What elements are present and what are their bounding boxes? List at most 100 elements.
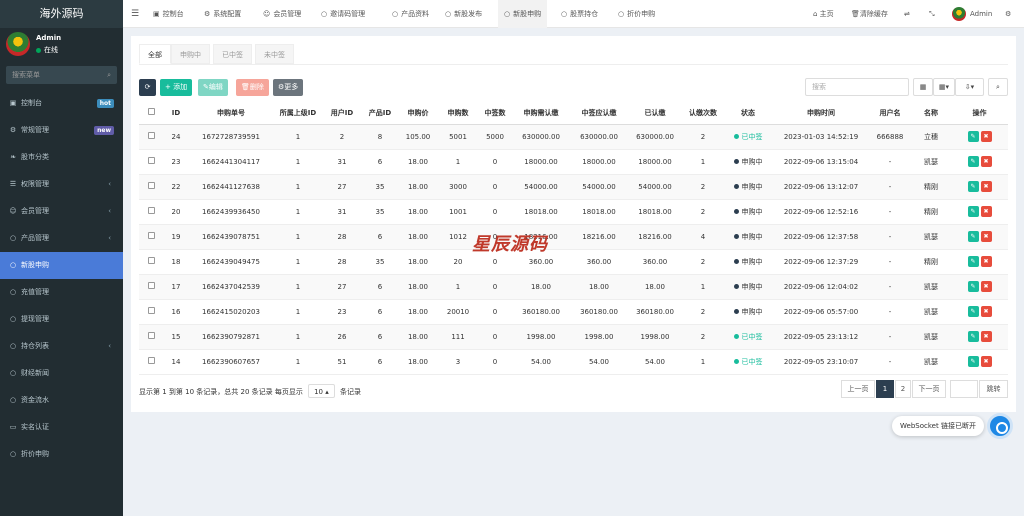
table-row[interactable]: 16 1662415020203 1 23 6 18.00 20010 0 360180.00 3…	[139, 299, 1008, 325]
column-header[interactable]: 申购数	[437, 102, 479, 125]
next-page-button[interactable]: 下一页	[912, 380, 946, 398]
column-header[interactable]: 用户名	[869, 102, 911, 125]
sidebar-item-0[interactable]: ▣ 控制台 hot	[0, 90, 123, 117]
top-tab-5[interactable]: ○ 新股发布	[439, 0, 488, 28]
search-icon[interactable]: ⌕	[107, 66, 111, 84]
sidebar-item-6[interactable]: ○ 新股申购	[0, 252, 123, 279]
row-edit-icon[interactable]: ✎	[967, 356, 979, 367]
column-header[interactable]: 认缴次数	[683, 102, 723, 125]
row-edit-icon[interactable]: ✎	[967, 281, 979, 292]
top-tab-8[interactable]: ○ 折价申购	[612, 0, 661, 28]
table-row[interactable]: 15 1662390792871 1 26 6 18.00 111 0 1998.00 1998.…	[139, 324, 1008, 350]
column-header[interactable]: 申购需认缴	[511, 102, 571, 125]
top-tab-3[interactable]: ○ 邀请码管理	[315, 0, 371, 28]
toggle-view-button[interactable]: ▦	[913, 78, 933, 96]
clear-cache-link[interactable]: 🗑清除缓存	[851, 0, 888, 28]
top-tab-7[interactable]: ○ 股票持仓	[555, 0, 604, 28]
table-row[interactable]: 19 1662439078751 1 28 6 18.00 1012 0 18216.00 182…	[139, 224, 1008, 250]
column-header[interactable]: 产品ID	[361, 102, 399, 125]
more-button[interactable]: ⚙更多	[273, 79, 304, 96]
fullscreen-icon[interactable]: ⤡	[929, 0, 935, 28]
row-delete-icon[interactable]: ✖	[980, 281, 992, 292]
add-button[interactable]: + 添加	[160, 79, 193, 96]
sidebar-item-2[interactable]: ❧ 股市分类	[0, 144, 123, 171]
row-delete-icon[interactable]: ✖	[980, 231, 992, 242]
row-delete-icon[interactable]: ✖	[980, 356, 992, 367]
top-tab-6[interactable]: ○ 新股申购	[498, 0, 548, 28]
chat-bubble-icon[interactable]	[987, 413, 1013, 439]
row-checkbox[interactable]	[147, 132, 155, 139]
sidebar-item-7[interactable]: ○ 充值管理	[0, 279, 123, 306]
top-tab-1[interactable]: ⚙ 系统配置	[198, 0, 247, 28]
home-link[interactable]: ⌂ 主页	[813, 0, 834, 28]
row-checkbox[interactable]	[147, 257, 155, 264]
top-avatar[interactable]	[952, 7, 966, 21]
advanced-search-button[interactable]: ⌕	[988, 78, 1008, 96]
translate-icon[interactable]: ⇌	[904, 0, 910, 28]
row-checkbox[interactable]	[147, 357, 155, 364]
column-header[interactable]: 中签数	[479, 102, 511, 125]
row-checkbox[interactable]	[147, 232, 155, 239]
row-edit-icon[interactable]: ✎	[967, 181, 979, 192]
row-delete-icon[interactable]: ✖	[980, 181, 992, 192]
sidebar-item-10[interactable]: ○ 财经新闻	[0, 360, 123, 387]
row-delete-icon[interactable]: ✖	[980, 206, 992, 217]
page-1-button[interactable]: 1	[876, 380, 894, 398]
column-header[interactable]: 申购价	[399, 102, 437, 125]
row-edit-icon[interactable]: ✎	[967, 156, 979, 167]
table-row[interactable]: 22 1662441127638 1 27 35 18.00 3000 0 54000.00 54…	[139, 174, 1008, 200]
column-header[interactable]: 状态	[723, 102, 773, 125]
row-checkbox[interactable]	[147, 282, 155, 289]
sidebar-item-11[interactable]: ○ 资金流水	[0, 387, 123, 414]
row-edit-icon[interactable]: ✎	[967, 131, 979, 142]
filter-tab-2[interactable]: 已中签	[213, 44, 252, 64]
menu-toggle-icon[interactable]: ☰	[131, 0, 139, 28]
export-dropdown[interactable]: ⇩▾	[955, 78, 984, 96]
row-checkbox[interactable]	[147, 307, 155, 314]
select-all-checkbox[interactable]	[147, 108, 155, 116]
jump-button[interactable]: 跳转	[979, 380, 1008, 398]
column-header[interactable]: 中签应认缴	[571, 102, 627, 125]
settings-icon[interactable]: ⚙	[1005, 0, 1011, 28]
filter-tab-3[interactable]: 未中签	[255, 44, 294, 64]
brand-logo[interactable]: 海外源码	[0, 0, 123, 28]
table-row[interactable]: 18 1662439049475 1 28 35 18.00 20 0 360.00 360.00…	[139, 249, 1008, 275]
sidebar-search-input[interactable]: 搜索菜单 ⌕	[6, 66, 117, 84]
sidebar-item-3[interactable]: ☰ 权限管理 ‹	[0, 171, 123, 198]
top-tab-2[interactable]: ☺ 会员管理	[257, 0, 307, 28]
row-edit-icon[interactable]: ✎	[967, 306, 979, 317]
row-delete-icon[interactable]: ✖	[980, 256, 992, 267]
sidebar-item-8[interactable]: ○ 提现管理	[0, 306, 123, 333]
row-delete-icon[interactable]: ✖	[980, 306, 992, 317]
column-header[interactable]: 用户ID	[323, 102, 361, 125]
row-checkbox[interactable]	[147, 332, 155, 339]
delete-button[interactable]: 🗑删除	[236, 79, 269, 96]
top-tab-4[interactable]: ○ 产品资料	[386, 0, 435, 28]
jump-page-input[interactable]	[950, 380, 978, 398]
row-delete-icon[interactable]: ✖	[980, 131, 992, 142]
column-header[interactable]: 所属上级ID	[273, 102, 323, 125]
row-edit-icon[interactable]: ✎	[967, 256, 979, 267]
column-header[interactable]: 名称	[911, 102, 951, 125]
sidebar-item-9[interactable]: ○ 持仓列表 ‹	[0, 333, 123, 360]
row-delete-icon[interactable]: ✖	[980, 331, 992, 342]
table-row[interactable]: 14 1662390607657 1 51 6 18.00 3 0 54.00 54.00 54.0…	[139, 349, 1008, 375]
edit-button[interactable]: ✎编辑	[198, 79, 228, 96]
row-checkbox[interactable]	[147, 207, 155, 214]
refresh-button[interactable]: ⟳	[139, 79, 156, 96]
sidebar-item-1[interactable]: ⚙ 常规管理 new	[0, 117, 123, 144]
page-size-select[interactable]: 10 ▴	[308, 384, 335, 398]
sidebar-item-4[interactable]: ☺ 会员管理 ‹	[0, 198, 123, 225]
table-row[interactable]: 17 1662437042539 1 27 6 18.00 1 0 18.00 18.00 18.0…	[139, 274, 1008, 300]
sidebar-item-13[interactable]: ○ 折价申购	[0, 441, 123, 468]
column-header[interactable]: 已认缴	[627, 102, 683, 125]
sidebar-item-12[interactable]: ▭ 实名认证	[0, 414, 123, 441]
row-edit-icon[interactable]: ✎	[967, 331, 979, 342]
columns-dropdown[interactable]: ▦▾	[933, 78, 955, 96]
table-row[interactable]: 23 1662441304117 1 31 6 18.00 1 0 18000.00 18000.…	[139, 149, 1008, 175]
column-header[interactable]: ID	[163, 102, 189, 125]
row-edit-icon[interactable]: ✎	[967, 206, 979, 217]
row-delete-icon[interactable]: ✖	[980, 156, 992, 167]
page-2-button[interactable]: 2	[895, 380, 911, 398]
filter-tab-0[interactable]: 全部	[139, 44, 171, 64]
